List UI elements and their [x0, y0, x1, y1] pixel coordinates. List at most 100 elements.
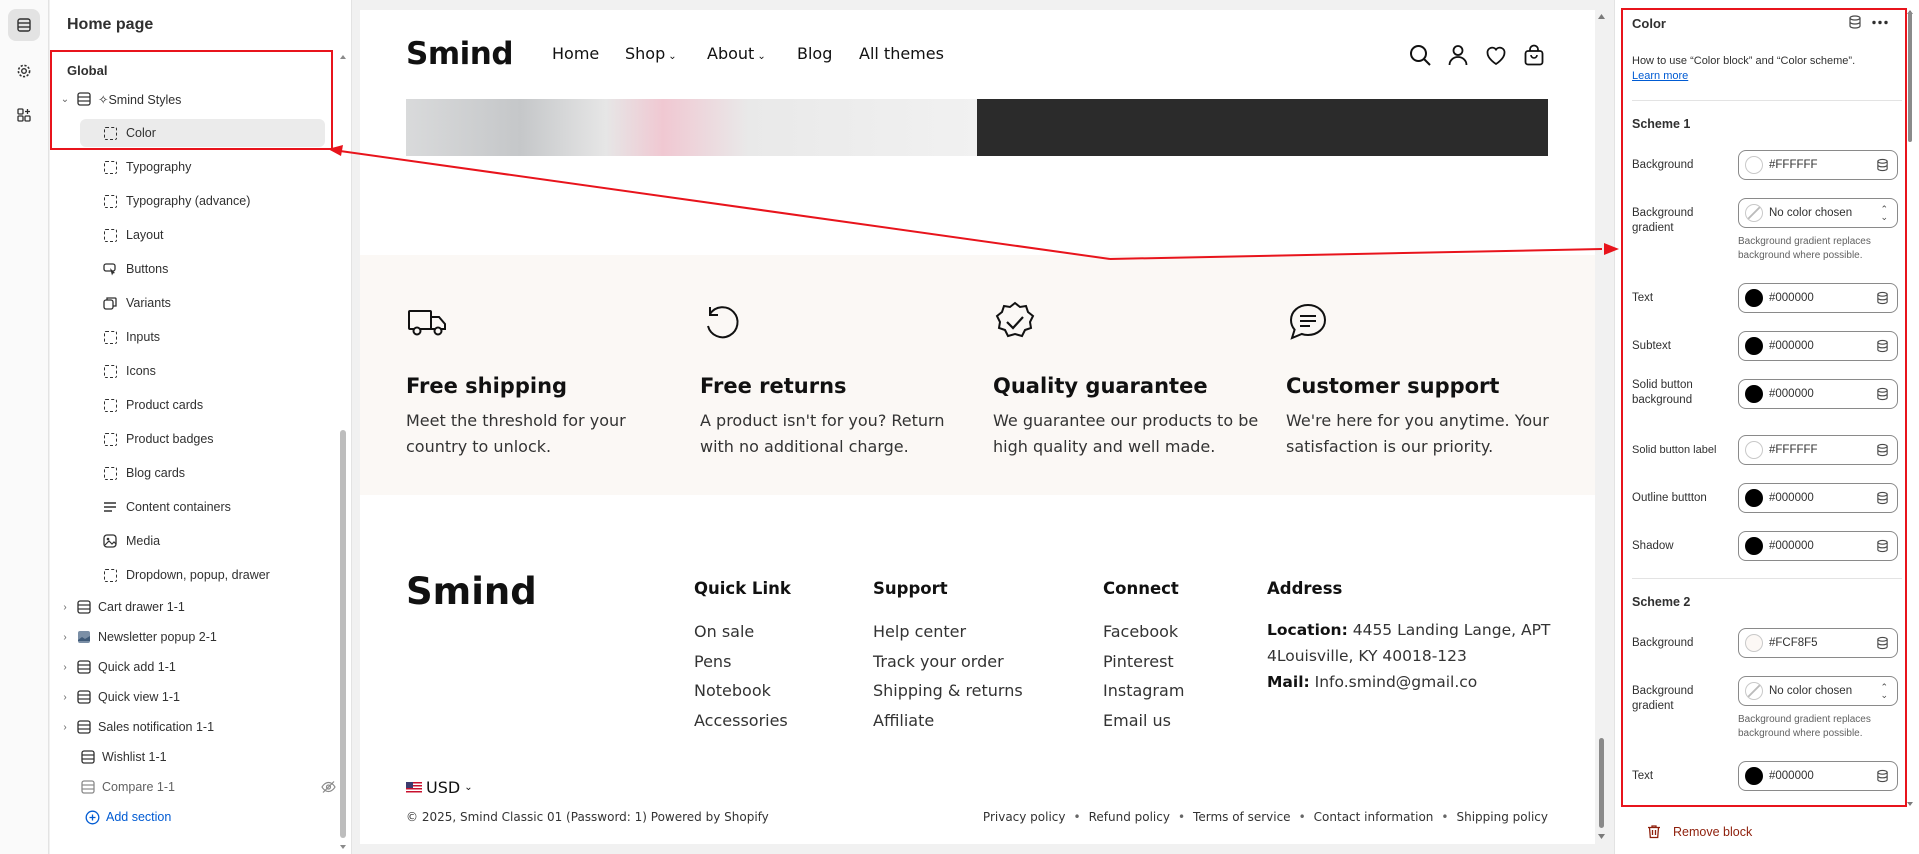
sidebar-item-typography-advance[interactable]: Typography (advance)	[102, 187, 392, 215]
scheme-2-text-picker[interactable]: #000000	[1738, 761, 1898, 791]
database-icon[interactable]	[1876, 443, 1889, 457]
chevron-right-icon[interactable]: ›	[58, 602, 72, 613]
sidebar-scroll-thumb[interactable]	[340, 430, 346, 838]
sidebar-item-media[interactable]: Media	[102, 527, 392, 555]
sidebar-section-cart-drawer[interactable]: › Cart drawer 1-1	[58, 593, 348, 621]
store-logo[interactable]: Smind	[406, 36, 514, 72]
footer-link[interactable]: Shipping & returns	[873, 676, 1023, 706]
wishlist-heart-icon[interactable]	[1484, 43, 1508, 67]
sidebar-item-color[interactable]: Color	[80, 119, 325, 147]
color-swatch[interactable]	[1745, 441, 1763, 459]
footer-link[interactable]: Pens	[694, 647, 791, 677]
remove-block-button[interactable]: Remove block	[1647, 824, 1752, 839]
color-swatch[interactable]	[1745, 289, 1763, 307]
sidebar-section-newsletter-popup[interactable]: › Newsletter popup 2-1	[58, 623, 348, 651]
color-swatch[interactable]	[1745, 337, 1763, 355]
account-icon[interactable]	[1446, 43, 1470, 67]
scheme-1-solid-button-bg-picker[interactable]: #000000	[1738, 379, 1898, 409]
policy-link[interactable]: Contact information	[1314, 810, 1434, 824]
sidebar-item-inputs[interactable]: Inputs	[102, 323, 392, 351]
sidebar-item-variants[interactable]: Variants	[102, 289, 392, 317]
database-icon[interactable]	[1876, 339, 1889, 353]
nav-blog[interactable]: Blog	[797, 44, 832, 63]
sidebar-section-wishlist[interactable]: Wishlist 1-1	[76, 743, 366, 771]
database-icon[interactable]	[1876, 636, 1889, 650]
sidebar-item-dropdown-popup-drawer[interactable]: Dropdown, popup, drawer	[102, 561, 392, 589]
footer-link[interactable]: On sale	[694, 617, 791, 647]
currency-selector[interactable]: USD ⌄	[406, 778, 473, 797]
database-icon[interactable]	[1876, 291, 1889, 305]
scheme-2-gradient-picker[interactable]: No color chosen ⌃ ⌄	[1738, 676, 1898, 706]
database-icon[interactable]	[1876, 387, 1889, 401]
scheme-1-background-picker[interactable]: #FFFFFF	[1738, 150, 1898, 180]
footer-link[interactable]: Notebook	[694, 676, 791, 706]
footer-link[interactable]: Accessories	[694, 706, 791, 736]
footer-link[interactable]: Track your order	[873, 647, 1023, 677]
address-mail-value[interactable]: Info.smind@gmail.co	[1315, 673, 1478, 691]
footer-link[interactable]: Help center	[873, 617, 1023, 647]
sections-icon[interactable]	[8, 9, 40, 41]
sidebar-item-layout[interactable]: Layout	[102, 221, 392, 249]
policy-link[interactable]: Terms of service	[1193, 810, 1291, 824]
footer-link[interactable]: Facebook	[1103, 617, 1184, 647]
sidebar-item-content-containers[interactable]: Content containers	[102, 493, 392, 521]
color-swatch[interactable]	[1745, 537, 1763, 555]
preview-scroll-thumb[interactable]	[1599, 738, 1604, 828]
sidebar-section-sales-notification[interactable]: › Sales notification 1-1	[58, 713, 348, 741]
scheme-1-solid-button-label-picker[interactable]: #FFFFFF	[1738, 435, 1898, 465]
cart-bag-icon[interactable]	[1522, 43, 1546, 67]
footer-link[interactable]: Email us	[1103, 706, 1184, 736]
search-icon[interactable]	[1408, 43, 1432, 67]
preview-scrollbar[interactable]	[1597, 10, 1606, 844]
database-icon[interactable]	[1876, 539, 1889, 553]
nav-about[interactable]: About ⌄	[707, 44, 766, 63]
sidebar-item-typography[interactable]: Typography	[102, 153, 392, 181]
database-icon[interactable]	[1876, 769, 1889, 783]
sidebar-section-quick-view[interactable]: › Quick view 1-1	[58, 683, 348, 711]
policy-link[interactable]: Shipping policy	[1457, 810, 1549, 824]
sidebar-item-product-cards[interactable]: Product cards	[102, 391, 392, 419]
scheme-2-background-picker[interactable]: #FCF8F5	[1738, 628, 1898, 658]
sidebar-section-quick-add[interactable]: › Quick add 1-1	[58, 653, 348, 681]
more-options-icon[interactable]	[1872, 20, 1888, 25]
eye-hidden-icon[interactable]	[321, 780, 336, 797]
no-color-swatch[interactable]	[1745, 204, 1763, 222]
sidebar-item-blog-cards[interactable]: Blog cards	[102, 459, 392, 487]
chevron-right-icon[interactable]: ›	[58, 692, 72, 703]
sidebar-item-icons[interactable]: Icons	[102, 357, 392, 385]
color-swatch[interactable]	[1745, 385, 1763, 403]
apps-icon[interactable]	[8, 99, 40, 131]
sidebar-item-buttons[interactable]: Buttons	[102, 255, 392, 283]
footer-link[interactable]: Instagram	[1103, 676, 1184, 706]
database-icon[interactable]	[1876, 158, 1889, 172]
color-swatch[interactable]	[1745, 156, 1763, 174]
scheme-1-subtext-picker[interactable]: #000000	[1738, 331, 1898, 361]
scheme-1-gradient-picker[interactable]: No color chosen ⌃ ⌄	[1738, 198, 1898, 228]
database-icon[interactable]	[1848, 15, 1862, 29]
footer-link[interactable]: Pinterest	[1103, 647, 1184, 677]
sidebar-item-smind-styles[interactable]: ⌄ ✧Smind Styles	[58, 85, 348, 113]
chevron-down-icon[interactable]: ⌄	[58, 94, 72, 105]
policy-link[interactable]: Refund policy	[1089, 810, 1170, 824]
color-swatch[interactable]	[1745, 767, 1763, 785]
scheme-1-shadow-picker[interactable]: #000000	[1738, 531, 1898, 561]
panel-scroll-thumb[interactable]	[1908, 12, 1912, 142]
color-swatch[interactable]	[1745, 489, 1763, 507]
nav-all-themes[interactable]: All themes	[859, 44, 944, 63]
no-color-swatch[interactable]	[1745, 682, 1763, 700]
scheme-1-text-picker[interactable]: #000000	[1738, 283, 1898, 313]
chevron-right-icon[interactable]: ›	[58, 722, 72, 733]
footer-link[interactable]: Affiliate	[873, 706, 1023, 736]
add-section-button[interactable]: Add section	[84, 803, 374, 831]
chevron-right-icon[interactable]: ›	[58, 632, 72, 643]
policy-link[interactable]: Privacy policy	[983, 810, 1066, 824]
settings-gear-icon[interactable]	[8, 55, 40, 87]
sidebar-section-compare[interactable]: Compare 1-1	[76, 773, 342, 801]
nav-shop[interactable]: Shop ⌄	[625, 44, 677, 63]
scheme-1-outline-button-picker[interactable]: #000000	[1738, 483, 1898, 513]
database-icon[interactable]	[1876, 491, 1889, 505]
sidebar-item-product-badges[interactable]: Product badges	[102, 425, 392, 453]
chevron-right-icon[interactable]: ›	[58, 662, 72, 673]
color-swatch[interactable]	[1745, 634, 1763, 652]
footer-logo[interactable]: Smind	[406, 570, 537, 613]
